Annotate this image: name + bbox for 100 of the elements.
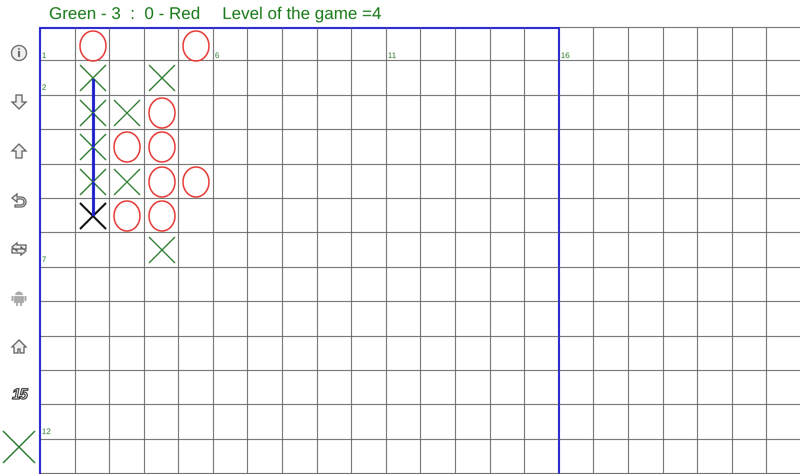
board-cell[interactable]	[248, 61, 284, 96]
board-cell[interactable]	[456, 96, 491, 130]
board-cell[interactable]	[490, 27, 526, 62]
board-cell[interactable]	[318, 405, 352, 440]
board-cell[interactable]	[456, 233, 491, 268]
board-cell[interactable]	[490, 336, 526, 371]
board-cell[interactable]	[525, 233, 560, 268]
board-cell[interactable]	[594, 61, 629, 96]
board-cell[interactable]	[456, 198, 491, 234]
board-cell[interactable]	[214, 440, 248, 474]
board-cell[interactable]	[732, 302, 768, 337]
board-cell[interactable]	[386, 233, 422, 268]
board-cell[interactable]: 11	[386, 27, 422, 62]
board-cell[interactable]	[456, 268, 491, 302]
board-cell[interactable]	[560, 336, 594, 371]
board-cell[interactable]	[664, 61, 698, 96]
board-cell[interactable]	[456, 370, 491, 406]
board-cell[interactable]	[732, 96, 768, 130]
board-cell[interactable]	[248, 27, 284, 62]
o-mark-cell[interactable]	[179, 164, 214, 199]
board-cell[interactable]	[456, 130, 491, 165]
info-icon[interactable]	[10, 44, 28, 62]
board-cell[interactable]	[318, 96, 352, 130]
board-cell[interactable]	[40, 370, 76, 406]
o-mark-cell[interactable]	[144, 198, 180, 234]
board-cell[interactable]	[318, 198, 352, 234]
board-cell[interactable]	[110, 233, 145, 268]
board-cell[interactable]	[352, 370, 387, 406]
board-cell[interactable]	[179, 233, 214, 268]
board-cell[interactable]	[352, 130, 387, 165]
board-cell[interactable]	[248, 268, 284, 302]
board-cell[interactable]	[629, 336, 664, 371]
board-cell[interactable]	[525, 336, 560, 371]
undo-icon[interactable]	[10, 190, 28, 208]
board-cell[interactable]	[40, 336, 76, 371]
board-cell[interactable]	[629, 130, 664, 165]
board-cell[interactable]	[352, 164, 387, 199]
board-cell[interactable]	[179, 336, 214, 371]
board-cell[interactable]	[629, 27, 664, 62]
board-cell[interactable]	[421, 164, 456, 199]
board-cell[interactable]	[594, 198, 629, 234]
board-cell[interactable]	[560, 440, 594, 474]
board-cell[interactable]	[732, 233, 768, 268]
board-cell[interactable]	[594, 96, 629, 130]
board-cell[interactable]	[560, 370, 594, 406]
board-cell[interactable]	[421, 198, 456, 234]
board-cell[interactable]	[248, 233, 284, 268]
board-cell[interactable]	[594, 302, 629, 337]
board-cell[interactable]	[698, 27, 733, 62]
board-cell[interactable]	[386, 96, 422, 130]
board-cell[interactable]	[560, 233, 594, 268]
board-cell[interactable]	[352, 27, 387, 62]
board-cell[interactable]	[110, 336, 145, 371]
board-cell[interactable]	[664, 268, 698, 302]
board-cell[interactable]	[732, 61, 768, 96]
board-cell[interactable]	[421, 302, 456, 337]
board-cell[interactable]	[248, 164, 284, 199]
board-cell[interactable]	[179, 302, 214, 337]
board-cell[interactable]	[594, 336, 629, 371]
board-cell[interactable]	[76, 440, 110, 474]
o-mark-cell[interactable]	[76, 27, 110, 62]
board-cell[interactable]	[386, 164, 422, 199]
board-cell[interactable]	[283, 440, 318, 474]
board-cell[interactable]	[456, 27, 491, 62]
board-cell[interactable]	[110, 302, 145, 337]
board-cell[interactable]	[352, 336, 387, 371]
board-cell[interactable]	[248, 130, 284, 165]
board-cell[interactable]	[283, 130, 318, 165]
board-cell[interactable]	[386, 61, 422, 96]
x-mark-cell[interactable]	[76, 96, 110, 130]
board-cell[interactable]	[76, 370, 110, 406]
board-cell[interactable]	[594, 370, 629, 406]
board-cell[interactable]	[318, 302, 352, 337]
x-mark-cell[interactable]	[110, 164, 145, 199]
board-cell[interactable]	[664, 130, 698, 165]
board-cell[interactable]	[698, 440, 733, 474]
board-cell[interactable]	[456, 336, 491, 371]
board-cell[interactable]	[629, 198, 664, 234]
board-cell[interactable]	[698, 198, 733, 234]
board-cell[interactable]	[318, 27, 352, 62]
board-cell[interactable]	[525, 130, 560, 165]
x-mark-cell[interactable]	[76, 198, 110, 234]
board-cell[interactable]	[144, 440, 180, 474]
board-cell[interactable]: 16	[560, 27, 594, 62]
board-cell[interactable]	[283, 96, 318, 130]
board-cell[interactable]	[594, 268, 629, 302]
board-cell[interactable]	[352, 440, 387, 474]
board-cell[interactable]	[525, 198, 560, 234]
board-cell[interactable]	[214, 96, 248, 130]
x-mark-cell[interactable]	[76, 164, 110, 199]
board-cell[interactable]	[490, 440, 526, 474]
board-cell[interactable]	[664, 440, 698, 474]
x-mark-cell[interactable]	[144, 233, 180, 268]
x-mark-cell[interactable]	[76, 61, 110, 96]
board-cell[interactable]	[421, 130, 456, 165]
board-cell[interactable]	[594, 130, 629, 165]
board-cell[interactable]	[421, 233, 456, 268]
board-cell[interactable]	[283, 27, 318, 62]
board-cell[interactable]	[144, 268, 180, 302]
board-cell[interactable]	[110, 268, 145, 302]
